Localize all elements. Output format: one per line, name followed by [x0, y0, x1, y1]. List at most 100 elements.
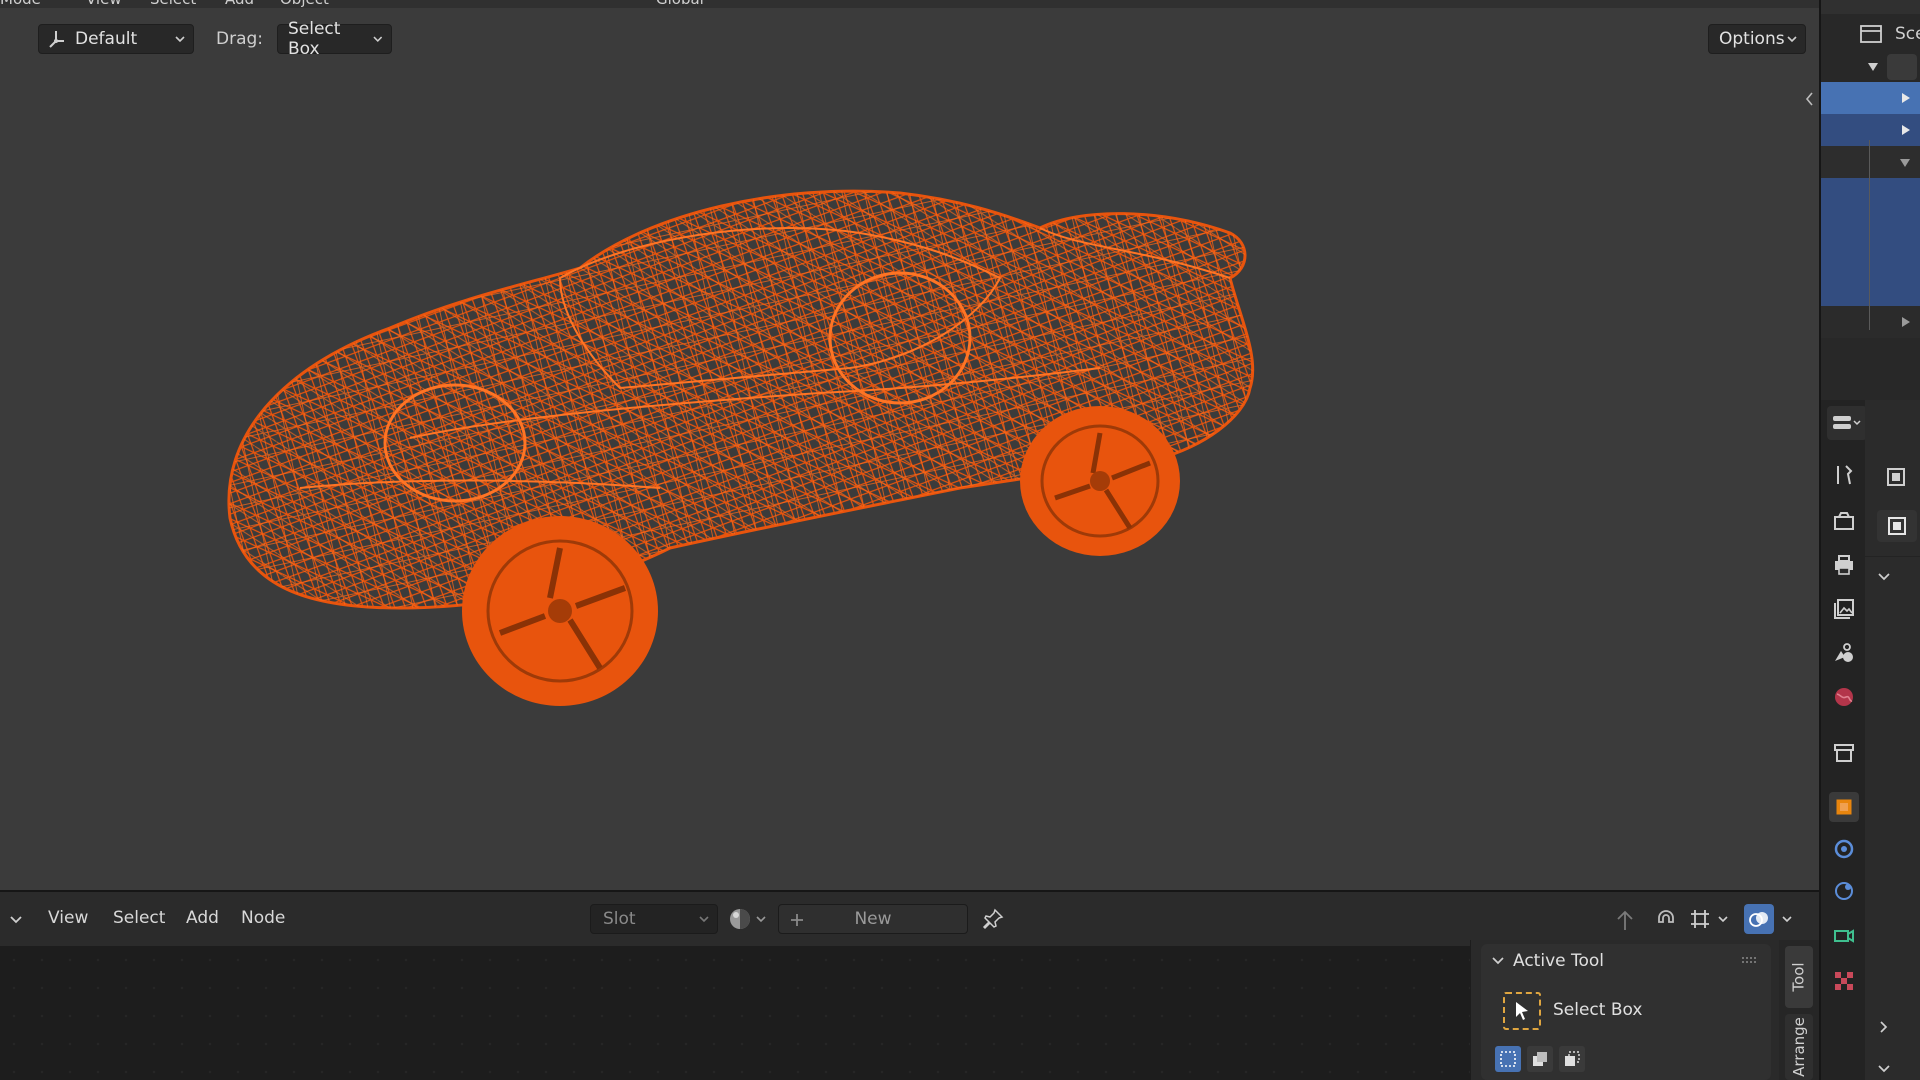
tab-texture[interactable]: [1831, 968, 1857, 994]
properties-editor-icon: [1833, 416, 1861, 429]
snap-grid-icon: [1691, 910, 1709, 928]
tab-scene[interactable]: [1831, 640, 1857, 666]
outliner-row-group[interactable]: [1821, 178, 1920, 306]
menu-add[interactable]: Add: [225, 0, 254, 8]
outliner-header: [1821, 0, 1920, 14]
sidebar-tool-panel: Active Tool Select Box: [1470, 940, 1779, 1080]
chevron-down-icon: [756, 916, 766, 923]
overlays-icon: [1749, 912, 1768, 927]
object-mode-dropdown[interactable]: [1877, 510, 1917, 542]
material-browse-button[interactable]: [728, 904, 778, 934]
menu-node[interactable]: Node: [241, 908, 285, 928]
chevron-down-icon: [1787, 36, 1797, 43]
rear-wheel: [1020, 406, 1180, 556]
3d-viewport[interactable]: Default Drag: Select Box Options: [0, 8, 1819, 890]
chevron-down-icon[interactable]: [1877, 572, 1891, 582]
active-tool-section: Active Tool Select Box: [1481, 944, 1771, 1080]
snapping-dropdown[interactable]: [1688, 904, 1736, 934]
select-extend-icon: [1533, 1052, 1547, 1066]
menu-select[interactable]: Select: [113, 908, 165, 928]
transform-orientation-global[interactable]: Global: [656, 0, 704, 8]
tab-collection[interactable]: [1831, 740, 1857, 766]
tab-output[interactable]: [1831, 552, 1857, 578]
editor-type-chevron-icon[interactable]: [8, 914, 24, 926]
parent-node-tree-icon[interactable]: [1614, 908, 1636, 932]
menu-view[interactable]: View: [48, 908, 88, 928]
physics-orbit-icon: [1835, 882, 1853, 900]
tab-world[interactable]: [1831, 684, 1857, 710]
mode-subtract-button[interactable]: [1559, 1046, 1585, 1072]
pin-icon[interactable]: [982, 908, 1004, 930]
chevron-down-icon: [175, 36, 185, 43]
tab-tool[interactable]: Tool: [1785, 946, 1813, 1008]
expand-arrow-icon[interactable]: [1901, 316, 1911, 328]
tab-physics[interactable]: [1831, 878, 1857, 904]
chevron-down-icon: [1718, 916, 1728, 923]
tab-view-layer[interactable]: [1831, 596, 1857, 622]
slot-dropdown[interactable]: Slot: [590, 904, 718, 934]
chevron-right-icon[interactable]: [1879, 1020, 1889, 1034]
scene-shapes-icon: [1835, 643, 1853, 662]
tab-render[interactable]: [1831, 508, 1857, 534]
car-wireframe-object[interactable]: [200, 188, 1280, 708]
collection-box-icon: [1834, 744, 1854, 762]
tab-object[interactable]: [1829, 792, 1859, 822]
snap-magnet-icon[interactable]: [1654, 908, 1678, 932]
select-subtract-icon: [1565, 1051, 1580, 1066]
chevron-down-icon[interactable]: [1877, 1064, 1891, 1074]
overlays-toggle[interactable]: [1744, 904, 1804, 934]
new-material-button[interactable]: New: [778, 904, 968, 934]
menu-view[interactable]: View: [86, 0, 122, 8]
active-tool-title: Active Tool: [1513, 951, 1605, 971]
collection-icon: [1887, 54, 1917, 80]
menu-object[interactable]: Object: [280, 0, 329, 8]
overlays-button[interactable]: [1744, 904, 1774, 934]
material-sphere-icon: [730, 909, 750, 929]
tab-arrange-label: Arrange: [1790, 1017, 1808, 1077]
drag-select-dropdown[interactable]: Select Box: [277, 19, 392, 59]
drag-handle-icon[interactable]: [1741, 956, 1757, 964]
menu-select[interactable]: Select: [150, 0, 196, 8]
select-box-tool-icon[interactable]: [1503, 992, 1541, 1030]
scene-collection-icon: [1860, 25, 1882, 43]
active-tool-name: Select Box: [1553, 1000, 1643, 1020]
orientation-gizmo-icon: [47, 29, 67, 49]
object-square-icon: [1836, 799, 1852, 815]
drag-label: Drag:: [216, 29, 264, 49]
sidebar-tabs: Tool Arrange: [1779, 940, 1819, 1080]
editor-type-dropdown[interactable]: [1827, 406, 1867, 440]
mode-extend-button[interactable]: [1527, 1046, 1553, 1072]
options-dropdown[interactable]: Options: [1708, 24, 1806, 54]
tab-arrange[interactable]: Arrange: [1785, 1014, 1813, 1080]
mode-set-button[interactable]: [1495, 1046, 1521, 1072]
scene-collection-label: Sce: [1895, 24, 1920, 44]
divider: [1865, 556, 1920, 557]
outliner-panel[interactable]: Sce: [1819, 0, 1920, 400]
menu-add[interactable]: Add: [186, 908, 219, 928]
expand-arrow-icon[interactable]: [1867, 62, 1879, 72]
properties-content: [1865, 400, 1920, 1080]
camera-back-icon: [1834, 512, 1854, 530]
tab-object-data[interactable]: [1831, 922, 1857, 948]
cursor-arrow-icon: [1516, 1002, 1528, 1020]
expand-arrow-icon[interactable]: [1901, 124, 1911, 136]
plus-icon: [791, 914, 803, 926]
new-label: New: [854, 909, 892, 929]
tab-tool-settings[interactable]: [1831, 462, 1857, 488]
modifier-wrench-icon: [1834, 839, 1854, 859]
printer-icon: [1835, 555, 1853, 575]
active-tool-header[interactable]: Active Tool: [1481, 944, 1771, 978]
select-new-icon: [1500, 1051, 1516, 1067]
menu-mode[interactable]: Mode: [0, 0, 41, 8]
world-globe-icon: [1835, 688, 1853, 706]
properties-tab-bar: [1819, 400, 1867, 1080]
chevron-down-icon: [699, 916, 709, 923]
frame-selected-icon: [1887, 468, 1905, 486]
expand-arrow-icon[interactable]: [1901, 92, 1911, 104]
tab-modifiers[interactable]: [1831, 836, 1857, 862]
collapse-arrow-icon[interactable]: [1804, 92, 1816, 106]
front-wheel: [462, 516, 658, 706]
orientation-dropdown[interactable]: Default: [38, 24, 194, 54]
viewport-toggle[interactable]: [1881, 462, 1911, 492]
collapse-arrow-icon[interactable]: [1899, 158, 1911, 168]
